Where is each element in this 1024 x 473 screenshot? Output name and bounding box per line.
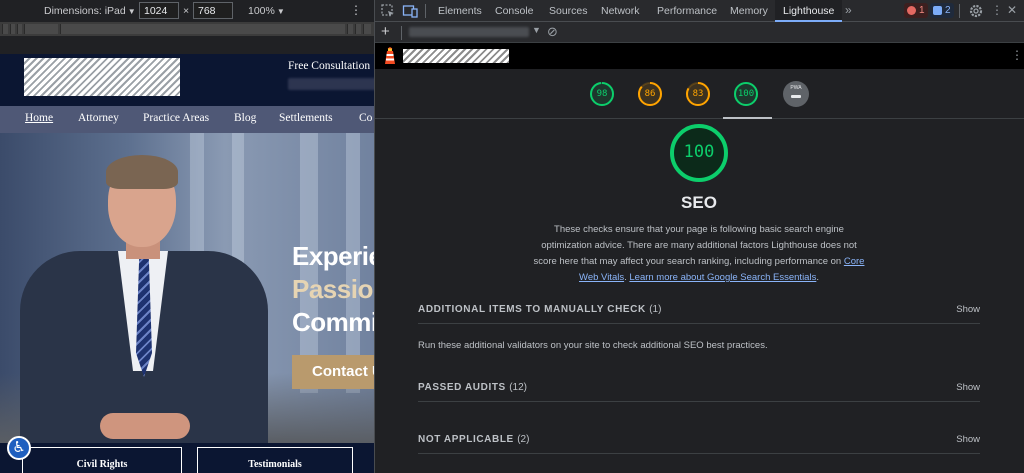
report-url-selector-redacted[interactable] (409, 27, 529, 37)
media-query-ruler (0, 22, 374, 36)
hero-headline-line-3: Commit (292, 307, 374, 337)
lighthouse-toolbar: + ▼ ⊘ (375, 22, 1024, 43)
caret-down-icon: ▼ (127, 7, 136, 16)
clear-reports-icon[interactable]: ⊘ (547, 24, 558, 40)
nav-item-home[interactable]: Home (25, 112, 53, 124)
manual-checks-title: ADDITIONAL ITEMS TO MANUALLY CHECK (418, 304, 646, 315)
manual-checks-show-toggle[interactable]: Show (956, 304, 980, 315)
tab-network[interactable]: Network (601, 5, 640, 17)
message-icon (933, 6, 942, 15)
seo-score-value: 100 (683, 142, 715, 162)
messages-badge[interactable]: 2 (930, 3, 954, 18)
nav-item-practice-areas[interactable]: Practice Areas (143, 112, 209, 124)
attorney-photo (20, 151, 270, 443)
new-report-plus-icon[interactable]: + (381, 23, 390, 40)
tab-testimonials[interactable]: Testimonials (197, 447, 353, 473)
practice-tabs-bar: Civil Rights Testimonials (0, 443, 374, 473)
seo-score-gauge: 100 (669, 123, 729, 183)
selected-gauge-indicator (723, 117, 772, 119)
tab-performance[interactable]: Performance (657, 5, 717, 17)
tab-memory[interactable]: Memory (730, 5, 768, 17)
dimensions-dropdown[interactable]: Dimensions: iPad ▼ (44, 5, 136, 17)
nav-item-contact[interactable]: Co (359, 112, 372, 124)
device-toolbar: Dimensions: iPad ▼ 1024 × 768 100% ▼ ⋮ (0, 0, 374, 22)
tab-civil-rights[interactable]: Civil Rights (22, 447, 182, 473)
height-input[interactable]: 768 (193, 2, 233, 19)
passed-audits-section[interactable]: PASSED AUDITS (12) Show (418, 372, 980, 402)
lighthouse-logo-icon (385, 47, 395, 64)
settings-gear-icon[interactable] (968, 3, 984, 19)
manual-checks-section[interactable]: ADDITIONAL ITEMS TO MANUALLY CHECK (1) S… (418, 294, 980, 324)
passed-audits-title: PASSED AUDITS (418, 382, 506, 393)
manual-checks-count: (1) (649, 304, 662, 315)
zoom-dropdown[interactable]: 100% ▼ (248, 5, 285, 17)
tab-console[interactable]: Console (495, 5, 534, 17)
passed-audits-show-toggle[interactable]: Show (956, 382, 980, 393)
devtools-panel: Elements Console Sources Network Perform… (375, 0, 1024, 473)
hero-headline-line-1: Experien (292, 241, 374, 271)
error-icon (907, 6, 916, 15)
pwa-badge[interactable]: PWA (783, 81, 809, 107)
passed-audits-count: (12) (509, 382, 527, 393)
free-consultation-text: Free Consultation (288, 60, 371, 72)
report-topbar: ⋮ (375, 43, 1024, 69)
report-url-redacted[interactable] (403, 49, 509, 63)
width-input[interactable]: 1024 (139, 2, 179, 19)
caret-down-icon[interactable]: ▼ (532, 25, 541, 35)
times-sign: × (183, 5, 190, 17)
close-icon[interactable]: ✕ (1007, 3, 1023, 19)
tab-elements[interactable]: Elements (438, 5, 482, 17)
tab-sources[interactable]: Sources (549, 5, 588, 17)
category-description: These checks ensure that your page is fo… (533, 224, 865, 283)
category-title: SEO (681, 193, 717, 212)
nav-item-attorney[interactable]: Attorney (78, 112, 119, 124)
contact-us-button[interactable]: Contact Us (292, 355, 374, 389)
site-nav: Home Attorney Practice Areas Blog Settle… (0, 106, 374, 133)
phone-number-redacted[interactable] (288, 78, 374, 90)
gauge-accessibility[interactable]: 86 (637, 81, 663, 107)
search-essentials-link[interactable]: Learn more about Google Search Essential… (629, 272, 816, 283)
site-header: Free Consultation (0, 54, 374, 106)
devtools-tabbar: Elements Console Sources Network Perform… (375, 0, 1024, 22)
more-tabs-icon[interactable]: » (845, 3, 852, 17)
not-applicable-show-toggle[interactable]: Show (956, 434, 980, 445)
error-badge[interactable]: 1 (904, 3, 928, 18)
gauge-seo[interactable]: 100 (733, 81, 759, 107)
gauge-score-value: 98 (596, 89, 608, 99)
caret-down-icon: ▼ (276, 7, 285, 16)
gauge-score-value: 83 (692, 89, 704, 99)
report-menu-icon[interactable]: ⋮ (1011, 48, 1023, 62)
not-applicable-title: NOT APPLICABLE (418, 434, 514, 445)
gauge-score-value: 100 (737, 89, 755, 99)
not-applicable-section[interactable]: NOT APPLICABLE (2) Show (418, 424, 980, 454)
score-gauges-row: PWA 98 86 83 100 (375, 69, 1024, 119)
device-emulation-pane: Dimensions: iPad ▼ 1024 × 768 100% ▼ ⋮ Fre… (0, 0, 374, 473)
gauge-score-value: 86 (644, 89, 656, 99)
gauge-performance[interactable]: 98 (589, 81, 615, 107)
hero-headline-line-2: Passion (292, 274, 374, 304)
customize-menu-icon[interactable]: ⋮ (991, 3, 1007, 19)
inspect-element-icon[interactable] (380, 3, 396, 19)
hero-section: Experien Passion Commit Contact Us (0, 133, 374, 443)
nav-item-settlements[interactable]: Settlements (279, 112, 333, 124)
site-logo-redacted[interactable] (24, 58, 180, 96)
nav-item-blog[interactable]: Blog (234, 112, 256, 124)
more-options-icon[interactable]: ⋮ (350, 3, 362, 17)
not-applicable-count: (2) (517, 434, 530, 445)
pwa-dash-icon (791, 95, 801, 98)
accessibility-icon[interactable]: ♿ (7, 436, 31, 460)
gauge-best-practices[interactable]: 83 (685, 81, 711, 107)
emulated-page: Free Consultation Home Attorney Practice… (0, 54, 374, 473)
device-toolbar-icon[interactable] (402, 3, 418, 19)
manual-checks-description: Run these additional validators on your … (418, 340, 768, 351)
tab-lighthouse[interactable]: Lighthouse (775, 0, 843, 22)
